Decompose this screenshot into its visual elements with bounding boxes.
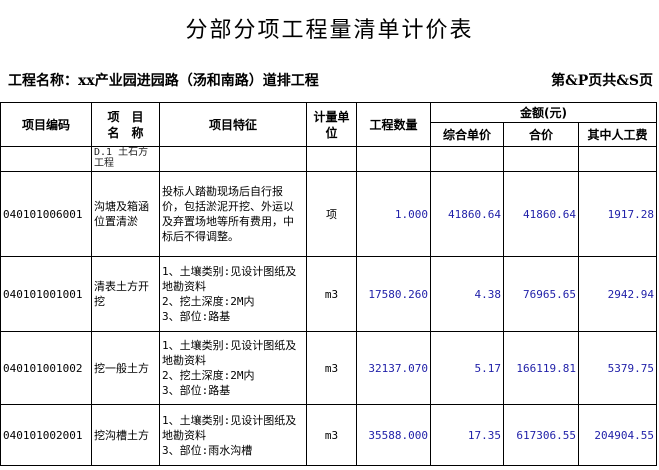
item-name: 挖一般土方 [91,331,160,405]
item-features: 1、土壤类别:见设计图纸及地勘资料 2、挖土深度:2M内 3、部位:路基 [159,331,307,405]
item-unit-price: 17.35 [430,404,504,466]
header-name: 项 目 名 称 [91,102,160,147]
item-name: 沟塘及箱涵位置清淤 [91,171,160,257]
item-features: 投标人踏勘现场后自行报价，包括淤泥开挖、外运以及弃置场地等所有费用，中标后不得调… [159,171,307,257]
section-row: D.1 土石方工程 [0,146,657,172]
project-info-bar: 工程名称：xx产业园进园路（汤和南路）道排工程 第&P页共&S页 [0,62,659,102]
item-code: 040101006001 [0,171,92,257]
item-code: 040101001001 [0,256,92,332]
page-number: 第&P页共&S页 [551,73,653,89]
item-qty: 17580.260 [356,256,431,332]
table-row: 040101002001 挖沟槽土方 1、土壤类别:见设计图纸及地勘资料 3、部… [0,404,657,466]
item-features: 1、土壤类别:见设计图纸及地勘资料 2、挖土深度:2M内 3、部位:路基 [159,256,307,332]
item-labor: 204904.55 [578,404,657,466]
header-total: 合价 [503,122,579,147]
item-qty: 35588.000 [356,404,431,466]
item-total: 41860.64 [503,171,579,257]
item-qty: 1.000 [356,171,431,257]
item-unit-price: 41860.64 [430,171,504,257]
header-unit: 计量单位 [306,102,357,147]
page-title: 分部分项工程量清单计价表 [185,18,474,43]
header-amount: 金额(元) [430,102,657,123]
item-total: 166119.81 [503,331,579,405]
item-labor: 2942.94 [578,256,657,332]
item-labor: 1917.28 [578,171,657,257]
item-unit: 项 [306,171,357,257]
item-total: 617306.55 [503,404,579,466]
bill-of-quantities-table: 项目编码 项 目 名 称 项目特征 计量单位 工程数量 金额(元) 综合单价 合… [0,102,657,466]
project-name: 工程名称：xx产业园进园路（汤和南路）道排工程 [8,73,319,89]
item-unit: m3 [306,404,357,466]
item-name: 清表土方开挖 [91,256,160,332]
item-qty: 32137.070 [356,331,431,405]
section-name: D.1 土石方工程 [91,146,160,172]
item-code: 040101001002 [0,331,92,405]
item-name: 挖沟槽土方 [91,404,160,466]
item-unit: m3 [306,256,357,332]
header-qty: 工程数量 [356,102,431,147]
item-features: 1、土壤类别:见设计图纸及地勘资料 3、部位:雨水沟槽 [159,404,307,466]
item-unit-price: 5.17 [430,331,504,405]
header-labor: 其中人工费 [578,122,657,147]
table-row: 040101001001 清表土方开挖 1、土壤类别:见设计图纸及地勘资料 2、… [0,256,657,332]
header-code: 项目编码 [0,102,92,147]
item-unit-price: 4.38 [430,256,504,332]
header-unit-price: 综合单价 [430,122,504,147]
item-code: 040101002001 [0,404,92,466]
item-labor: 5379.75 [578,331,657,405]
header-features: 项目特征 [159,102,307,147]
item-unit: m3 [306,331,357,405]
item-total: 76965.65 [503,256,579,332]
table-row: 040101001002 挖一般土方 1、土壤类别:见设计图纸及地勘资料 2、挖… [0,331,657,405]
table-row: 040101006001 沟塘及箱涵位置清淤 投标人踏勘现场后自行报价，包括淤泥… [0,171,657,257]
